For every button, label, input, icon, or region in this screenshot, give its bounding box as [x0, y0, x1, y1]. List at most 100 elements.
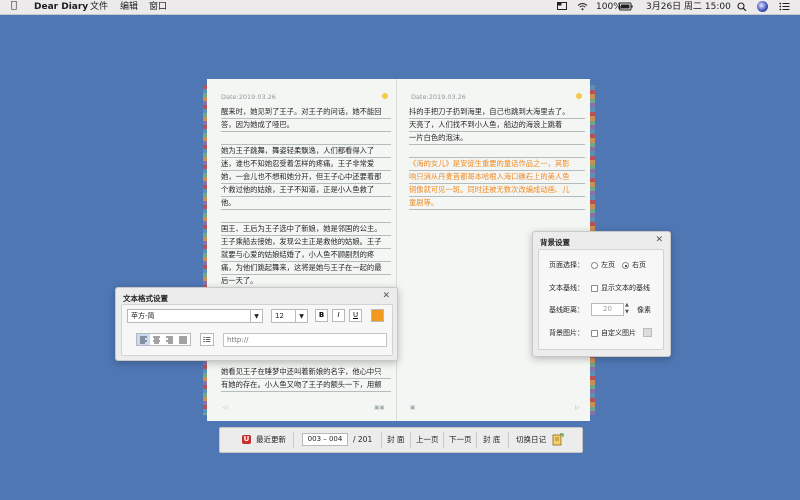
- menu-file[interactable]: 文件: [90, 1, 108, 13]
- align-right-icon[interactable]: [163, 334, 176, 345]
- text-line: 个救过他的姑娘，王子不知道，正是小人鱼救了: [221, 184, 391, 197]
- radio-left-page[interactable]: [591, 262, 598, 269]
- switch-diary-button[interactable]: 切换日记: [516, 434, 546, 446]
- chevron-down-icon: ▼: [295, 310, 307, 322]
- left-page-date: Date:2019.03.26: [221, 93, 276, 101]
- text-format-controls: 苹方-简 ▼ 12 ▼ B I U: [121, 304, 393, 356]
- divider: [293, 432, 294, 448]
- text-line: [221, 132, 391, 145]
- text-format-panel-title: 文本格式设置: [123, 294, 168, 303]
- window-icon[interactable]: [557, 2, 567, 11]
- baseline-distance-label: 基线距离：: [549, 306, 584, 314]
- page-corner-icon: ◁: [223, 405, 228, 411]
- text-line: [221, 210, 391, 223]
- stepper-arrows-icon[interactable]: ▲ ▼: [625, 302, 629, 316]
- page-corner-icon: ▷: [575, 405, 580, 411]
- search-icon[interactable]: [737, 2, 747, 11]
- battery-percent: 100%: [596, 2, 622, 12]
- background-settings-panel[interactable]: 背景设置 ✕ 页面选择： 左页 右页 文本基线： 显示文本的基线 基线距离： 2…: [532, 231, 671, 357]
- right-page-text[interactable]: 抖的手把刀子扔到海里，自己也跳到大海里去了。 天亮了，人们找不到小人鱼，船边的海…: [409, 106, 585, 210]
- text-line: 她看见王子在睡梦中还叫着新娘的名字，他心中只: [221, 366, 391, 379]
- apple-icon[interactable]: : [11, 0, 17, 12]
- page-tools-icon[interactable]: ▣: [410, 405, 415, 411]
- show-baseline-checkbox-label[interactable]: 显示文本的基线: [601, 283, 650, 293]
- text-line: 迷，谁也不知她忍受着怎样的疼痛。王子非常爱: [221, 158, 391, 171]
- left-page[interactable]: Date:2019.03.26 醒来时，她见到了王子。对王子的问话，她不能回 答…: [207, 79, 397, 421]
- weather-sun-icon[interactable]: [576, 93, 582, 99]
- font-size-value: 12: [275, 312, 284, 320]
- radio-left-page-label[interactable]: 左页: [601, 260, 615, 270]
- notification-center-icon[interactable]: [779, 2, 790, 11]
- text-line: 一片白色的泡沫。: [409, 132, 585, 145]
- align-left-icon[interactable]: [137, 334, 150, 345]
- page-total: / 201: [353, 435, 373, 444]
- left-page-text-bottom[interactable]: 她看见王子在睡梦中还叫着新娘的名字，他心中只 有她的存在。小人鱼又吻了王子的额头…: [221, 366, 391, 392]
- radio-right-page[interactable]: [622, 262, 629, 269]
- distance-unit: 像素: [637, 306, 651, 314]
- text-line: 《海的女儿》是安徒生重要的童话作品之一，其影: [409, 158, 585, 171]
- background-panel-title: 背景设置: [540, 238, 570, 247]
- bold-button[interactable]: B: [315, 309, 328, 322]
- alignment-group: [136, 333, 191, 346]
- wifi-icon[interactable]: [577, 2, 588, 11]
- link-url-input[interactable]: [223, 333, 387, 347]
- menu-edit[interactable]: 编辑: [120, 1, 138, 13]
- radio-right-page-label[interactable]: 右页: [632, 260, 646, 270]
- menu-window[interactable]: 窗口: [149, 1, 167, 13]
- text-format-panel[interactable]: 文本格式设置 ✕ 苹方-简 ▼ 12 ▼ B I U: [115, 287, 398, 361]
- page-tools-icon[interactable]: ▣▣: [374, 405, 384, 411]
- clock[interactable]: 3月26日 周二 15:00: [646, 1, 731, 13]
- close-icon[interactable]: ✕: [655, 235, 663, 245]
- text-line: 天亮了，人们找不到小人鱼，船边的海浪上跳着: [409, 119, 585, 132]
- list-icon[interactable]: [200, 333, 214, 346]
- back-cover-button[interactable]: 封 底: [483, 434, 500, 446]
- right-page-date: Date:2019.03.26: [411, 93, 466, 101]
- text-line: 答，因为她成了哑巴。: [221, 119, 391, 132]
- page-select-label: 页面选择：: [549, 261, 584, 269]
- show-baseline-checkbox[interactable]: [591, 285, 598, 292]
- app-menu[interactable]: Dear Diary: [34, 1, 88, 13]
- font-size-select[interactable]: 12 ▼: [271, 309, 308, 323]
- align-center-icon[interactable]: [150, 334, 163, 345]
- battery-icon[interactable]: [619, 2, 633, 11]
- next-page-button[interactable]: 下一页: [449, 434, 472, 446]
- underline-button[interactable]: U: [349, 309, 362, 322]
- font-select-value: 苹方-简: [131, 312, 155, 320]
- siri-icon[interactable]: [757, 1, 768, 12]
- align-justify-icon[interactable]: [176, 334, 190, 345]
- custom-image-checkbox[interactable]: [591, 330, 598, 337]
- custom-image-checkbox-label[interactable]: 自定义图片: [601, 328, 636, 338]
- close-icon[interactable]: ✕: [382, 291, 390, 301]
- text-line: 就要与心爱的姑娘结婚了，小人鱼不顾剧烈的疼: [221, 249, 391, 262]
- divider: [508, 432, 509, 448]
- text-line: 她，一会儿也不想和她分开，但王子心中还要着那: [221, 171, 391, 184]
- text-line: 王子乘船去接她，发现公主正是救他的姑娘。王子: [221, 236, 391, 249]
- text-line: 抖的手把刀子扔到海里，自己也跳到大海里去了。: [409, 106, 585, 119]
- page-range-value: 003 – 004: [307, 435, 343, 443]
- recent-update-button[interactable]: 最近更新: [256, 434, 286, 446]
- divider: [443, 432, 444, 448]
- left-page-text[interactable]: 醒来时，她见到了王子。对王子的问话，她不能回 答，因为她成了哑巴。 她为王子跳舞…: [221, 106, 391, 288]
- baseline-distance-input[interactable]: 20: [591, 303, 624, 316]
- cover-button[interactable]: 封 面: [387, 434, 404, 446]
- switch-diary-icon[interactable]: [552, 433, 564, 446]
- divider: [476, 432, 477, 448]
- recent-update-icon[interactable]: U: [242, 435, 251, 444]
- italic-button[interactable]: I: [332, 309, 345, 322]
- text-line: 有她的存在。小人鱼又吻了王子的额头一下，用颤: [221, 379, 391, 392]
- text-line: 童剧等。: [409, 197, 585, 210]
- chevron-down-icon: ▼: [250, 310, 262, 322]
- font-select[interactable]: 苹方-简 ▼: [127, 309, 263, 323]
- bg-image-label: 背景图片：: [549, 329, 584, 337]
- page-range-input[interactable]: 003 – 004: [302, 433, 348, 446]
- text-color-swatch[interactable]: [371, 309, 384, 322]
- text-line: 痛，为他们跳起舞来，这将是她与王子在一起的最: [221, 262, 391, 275]
- weather-sun-icon[interactable]: [382, 93, 388, 99]
- text-line: 他。: [221, 197, 391, 210]
- image-thumbnail-icon[interactable]: [643, 328, 652, 337]
- text-line: 响只消从丹麦首都哥本哈根入海口礁石上的美人鱼: [409, 171, 585, 184]
- text-line: 醒来时，她见到了王子。对王子的问话，她不能回: [221, 106, 391, 119]
- prev-page-button[interactable]: 上一页: [416, 434, 439, 446]
- text-line: [409, 145, 585, 158]
- baseline-distance-value: 20: [603, 305, 612, 313]
